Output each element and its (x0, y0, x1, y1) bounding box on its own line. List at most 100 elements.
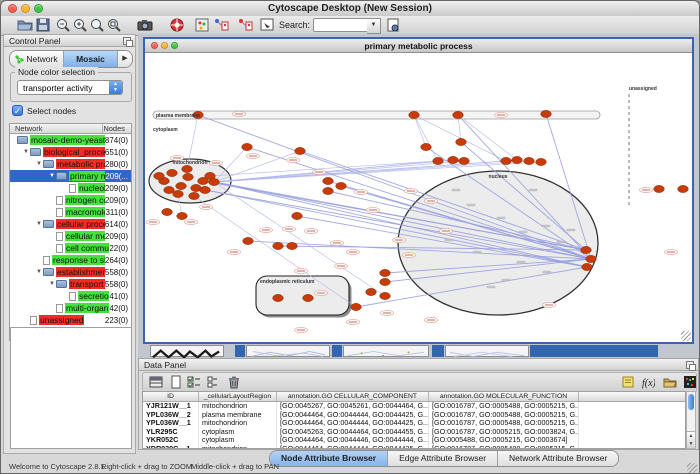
network-node[interactable] (323, 177, 334, 184)
network-node[interactable] (524, 157, 535, 164)
select-nodes-checkbox[interactable]: ✓ (12, 105, 23, 116)
tree-row[interactable]: unassigned223(0) (10, 314, 131, 326)
network-node[interactable] (453, 111, 464, 118)
network-node[interactable] (154, 172, 165, 179)
new-attribute-icon[interactable] (169, 375, 183, 389)
network-node[interactable] (678, 185, 689, 192)
birds-eye-icon[interactable] (194, 17, 210, 33)
network-node[interactable] (541, 110, 552, 117)
network-node[interactable] (582, 263, 593, 270)
frame-resize-grip[interactable] (681, 331, 691, 341)
function-builder-icon[interactable]: f(x) (641, 375, 655, 389)
minimized-window-2[interactable] (246, 345, 330, 357)
snapshot-camera-icon[interactable] (137, 17, 153, 33)
matrix-view-icon[interactable] (683, 375, 697, 389)
tree-row[interactable]: nitrogen compo209(0) (10, 194, 131, 206)
table-row[interactable]: YPL036W__2plasma membrane[GO:0044464, GO… (143, 411, 685, 420)
table-row[interactable]: YPL036W__1mitochondrion[GO:0044464, GO:0… (143, 419, 685, 428)
network-node[interactable] (536, 158, 547, 165)
zoom-in-icon[interactable] (72, 17, 88, 33)
expand-arrow-icon[interactable]: ▼ (36, 161, 43, 167)
table-column-header[interactable]: ID (143, 392, 199, 401)
network-node[interactable] (242, 143, 253, 150)
network-node[interactable] (295, 147, 306, 154)
window-resize-grip[interactable] (687, 463, 697, 473)
expand-arrow-icon[interactable]: ▼ (23, 149, 30, 155)
tree-row[interactable]: response to stimulu264(0) (10, 254, 131, 266)
expand-arrow-icon[interactable]: ▼ (49, 281, 56, 287)
search-dropdown-button[interactable]: ▼ (367, 18, 381, 34)
network-node[interactable] (273, 294, 284, 301)
search-config-icon[interactable] (385, 17, 401, 33)
table-row[interactable]: YDR039C__1mitochondrion[GO:0044464, GO:0… (143, 445, 685, 449)
network-node[interactable] (176, 182, 187, 189)
open-file-icon[interactable] (17, 17, 33, 33)
tree-row[interactable]: nucleobase-209(0) (10, 182, 131, 194)
tree-row[interactable]: ▼establishment of lo558(0) (10, 266, 131, 278)
network-node[interactable] (433, 157, 444, 164)
expand-arrow-icon[interactable]: ▼ (36, 221, 43, 227)
table-column-header[interactable]: _cellularLayoutRegion (199, 392, 277, 401)
tree-row[interactable]: ▼biological_process651(0) (10, 146, 131, 158)
zoom-selected-icon[interactable] (89, 17, 105, 33)
scrollbar-arrows[interactable]: ▲▼ (687, 431, 695, 448)
network-node[interactable] (654, 185, 665, 192)
network-node[interactable] (182, 165, 193, 172)
tree-row[interactable]: cellular metabo209(0) (10, 230, 131, 242)
network-canvas[interactable]: plasma membranecytoplasmmitochondrionnuc… (145, 52, 692, 342)
network-node[interactable] (323, 187, 334, 194)
paste-layout-icon[interactable] (237, 17, 253, 33)
minimized-titlebar-3[interactable] (432, 345, 444, 357)
tree-row[interactable]: multi-organism pro42(0) (10, 302, 131, 314)
tree-row[interactable]: cell communicat22(0) (10, 242, 131, 254)
network-node[interactable] (512, 156, 523, 163)
minimized-titlebar-4[interactable] (530, 345, 658, 357)
network-node[interactable] (581, 246, 592, 253)
table-column-header[interactable]: annotation.GO CELLULAR_COMPONENT (277, 392, 429, 401)
table-row[interactable]: YLR295Ccytoplasm[GO:0045263, GO:0044464,… (143, 428, 685, 437)
network-node[interactable] (351, 303, 362, 310)
network-node[interactable] (586, 255, 597, 262)
scrollbar-thumb[interactable] (688, 394, 694, 410)
import-attributes-folder-icon[interactable] (663, 375, 677, 389)
table-row[interactable]: YKR052Ccytoplasm[GO:0044464, GO:0044446,… (143, 436, 685, 445)
network-node[interactable] (459, 157, 470, 164)
network-frame-titlebar[interactable]: primary metabolic process (145, 39, 692, 53)
network-node[interactable] (167, 169, 178, 176)
network-node[interactable] (380, 269, 391, 276)
network-node[interactable] (380, 292, 391, 299)
select-nodes-checkbox-row[interactable]: ✓ Select nodes (12, 105, 76, 116)
tree-row[interactable]: mosaic-demo-yeast874(0) (10, 134, 131, 146)
minimized-window-1[interactable] (150, 345, 224, 357)
tree-row[interactable]: ▼cellular process614(0) (10, 218, 131, 230)
network-node[interactable] (162, 208, 173, 215)
network-node[interactable] (501, 157, 512, 164)
minimized-window-4[interactable] (445, 345, 529, 357)
network-node[interactable] (189, 192, 200, 199)
network-node[interactable] (366, 288, 377, 295)
table-column-header[interactable]: annotation.GO MOLECULAR_FUNCTION (429, 392, 579, 401)
network-node[interactable] (164, 186, 175, 193)
expand-arrow-icon[interactable]: ▼ (49, 173, 56, 179)
select-attributes-icon[interactable] (187, 375, 201, 389)
network-node[interactable] (380, 278, 391, 285)
annotation-icon[interactable] (259, 17, 275, 33)
save-session-icon[interactable] (35, 17, 51, 33)
zoom-fit-icon[interactable] (106, 17, 122, 33)
tabs-overflow-arrow[interactable]: ▶ (118, 51, 132, 67)
search-input[interactable] (313, 18, 369, 32)
table-row[interactable]: YJR121W__1mitochondrion[GO:0045267, GO:0… (143, 402, 685, 411)
tree-row[interactable]: ▼metabolic process280(0) (10, 158, 131, 170)
tree-row[interactable]: secretion41(0) (10, 290, 131, 302)
attribute-table-icon[interactable] (149, 375, 163, 389)
network-node[interactable] (183, 173, 194, 180)
help-lifering-icon[interactable] (169, 17, 185, 33)
minimized-titlebar-2[interactable] (332, 345, 342, 357)
unselect-attributes-icon[interactable] (205, 375, 219, 389)
float-data-panel-icon[interactable] (686, 361, 694, 369)
network-node[interactable] (173, 190, 184, 197)
copy-layout-icon[interactable] (213, 17, 229, 33)
network-node[interactable] (456, 138, 467, 145)
network-node[interactable] (292, 212, 303, 219)
expand-arrow-icon[interactable]: ▼ (36, 269, 43, 275)
